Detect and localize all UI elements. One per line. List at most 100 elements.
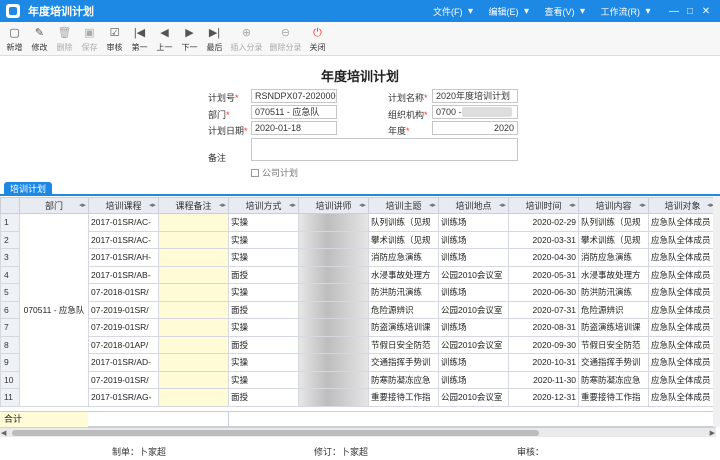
cell-teacher[interactable] [298, 230, 369, 249]
cell-topic[interactable]: 重要接待工作指 [368, 388, 439, 407]
toolbar-button-insert-row[interactable]: ⊕ 插入分录 [229, 22, 264, 55]
close-window-icon[interactable]: ✕ [698, 6, 714, 17]
cell-method[interactable]: 面授 [228, 335, 299, 354]
cell-place[interactable]: 公园2010会议室 [438, 388, 509, 407]
cell-note[interactable] [158, 213, 229, 232]
tab-training-plan[interactable]: 培训计划 [4, 182, 53, 196]
cell-content[interactable]: 水浸事故处理方 [578, 265, 649, 284]
row-number-header[interactable] [0, 197, 20, 214]
table-row[interactable]: 1 070511 - 应急队 2017-01SR/AC- 实操 队列训练（见规 训练场 20… [0, 213, 716, 407]
horizontal-scroll-thumb[interactable] [12, 430, 539, 436]
cell-course[interactable]: 2017-01SR/AG- [88, 388, 159, 407]
cell-method[interactable]: 实操 [228, 370, 299, 389]
cell-content[interactable]: 队列训练（见规 [578, 213, 649, 232]
toolbar-button-new[interactable]: ▢ 新增 [2, 22, 27, 55]
cell-time[interactable]: 2020-05-31 [508, 265, 579, 284]
cell-place[interactable]: 训练场 [438, 318, 509, 337]
column-resize-icon[interactable]: ◂▸ [149, 201, 156, 209]
table-row[interactable]: 11 2017-01SR/AG- 面授 重要接待工作指 公园2010会议室 2020-12… [0, 388, 716, 407]
cell-course[interactable]: 2017-01SR/AC- [88, 230, 159, 249]
cell-topic[interactable]: 危险源辨识 [368, 300, 439, 319]
cell-course[interactable]: 2017-01SR/AH- [88, 248, 159, 267]
menu-workflow[interactable]: 工作流(R) [601, 5, 641, 18]
cell-time[interactable]: 2020-07-31 [508, 300, 579, 319]
cell-place[interactable]: 公园2010会议室 [438, 335, 509, 354]
toolbar-button-edit[interactable]: ✎ 修改 [27, 22, 52, 55]
table-row[interactable]: 9 2017-01SR/AD- 实操 交通指挥手势训 训练场 2020-10-31 交通指挥… [0, 353, 716, 372]
column-header[interactable]: 培训对象 ◂▸ [648, 197, 716, 214]
cell-time[interactable]: 2020-11-30 [508, 370, 579, 389]
cell-place[interactable]: 公园2010会议室 [438, 265, 509, 284]
cell-course[interactable]: 2017-01SR/AB- [88, 265, 159, 284]
cell-place[interactable]: 训练场 [438, 370, 509, 389]
cell-teacher[interactable] [298, 213, 369, 232]
cell-audience[interactable]: 应急队全体成员 [648, 353, 716, 372]
vertical-scrollbar[interactable] [713, 197, 720, 427]
cell-course[interactable]: 07-2019-01SR/ [88, 370, 159, 389]
cell-teacher[interactable] [298, 353, 369, 372]
cell-teacher[interactable] [298, 300, 369, 319]
cell-content[interactable]: 攀术训练（见规 [578, 230, 649, 249]
maximize-icon[interactable]: □ [682, 6, 698, 17]
cell-note[interactable] [158, 353, 229, 372]
cell-topic[interactable]: 节假日安全防范 [368, 335, 439, 354]
column-header[interactable]: 培训课程 ◂▸ [88, 197, 159, 214]
cell-place[interactable]: 训练场 [438, 248, 509, 267]
toolbar-button-save[interactable]: ▣ 保存 [77, 22, 102, 55]
cell-course[interactable]: 07-2019-01SR/ [88, 318, 159, 337]
column-header[interactable]: 培训时间 ◂▸ [508, 197, 579, 214]
cell-teacher[interactable] [298, 248, 369, 267]
cell-audience[interactable]: 应急队全体成员 [648, 370, 716, 389]
cell-method[interactable]: 实操 [228, 353, 299, 372]
cell-note[interactable] [158, 248, 229, 267]
column-header[interactable]: 培训地点 ◂▸ [438, 197, 509, 214]
cell-audience[interactable]: 应急队全体成员 [648, 248, 716, 267]
menu-view[interactable]: 查看(V) [545, 5, 575, 18]
cell-audience[interactable]: 应急队全体成员 [648, 388, 716, 407]
cell-content[interactable]: 交通指挥手势训 [578, 353, 649, 372]
plan-name-field[interactable]: 2020年度培训计划 [432, 89, 518, 103]
column-header[interactable]: 培训讲师 ◂▸ [298, 197, 369, 214]
cell-content[interactable]: 节假日安全防范 [578, 335, 649, 354]
toolbar-button-next[interactable]: ▶ 下一 [177, 22, 202, 55]
cell-topic[interactable]: 交通指挥手势训 [368, 353, 439, 372]
cell-topic[interactable]: 攀术训练（见规 [368, 230, 439, 249]
column-resize-icon[interactable]: ◂▸ [79, 201, 86, 209]
cell-content[interactable]: 消防应急演练 [578, 248, 649, 267]
scroll-left-icon[interactable]: ◀ [1, 429, 6, 437]
cell-time[interactable]: 2020-04-30 [508, 248, 579, 267]
department-cell[interactable]: 070511 - 应急队 [19, 213, 89, 407]
cell-topic[interactable]: 防寒防凝冻应急 [368, 370, 439, 389]
cell-audience[interactable]: 应急队全体成员 [648, 230, 716, 249]
cell-note[interactable] [158, 265, 229, 284]
cell-method[interactable]: 实操 [228, 318, 299, 337]
cell-content[interactable]: 防洪防汛演练 [578, 283, 649, 302]
column-resize-icon[interactable]: ◂▸ [289, 201, 296, 209]
dept-field[interactable]: 070511 - 应急队 [251, 105, 337, 119]
column-header[interactable]: 课程备注 ◂▸ [158, 197, 229, 214]
cell-teacher[interactable] [298, 283, 369, 302]
cell-content[interactable]: 防盗演练培训课 [578, 318, 649, 337]
cell-course[interactable]: 07-2019-01SR/ [88, 300, 159, 319]
cell-audience[interactable]: 应急队全体成员 [648, 335, 716, 354]
minimize-icon[interactable]: — [666, 6, 682, 17]
cell-course[interactable]: 2017-01SR/AD- [88, 353, 159, 372]
toolbar-button-approve[interactable]: ☑ 审核 [102, 22, 127, 55]
cell-method[interactable]: 面授 [228, 265, 299, 284]
column-resize-icon[interactable]: ◂▸ [219, 201, 226, 209]
toolbar-button-first[interactable]: |◀ 第一 [127, 22, 152, 55]
column-resize-icon[interactable]: ◂▸ [359, 201, 366, 209]
column-resize-icon[interactable]: ◂▸ [639, 201, 646, 209]
cell-teacher[interactable] [298, 388, 369, 407]
cell-topic[interactable]: 防洪防汛演练 [368, 283, 439, 302]
column-resize-icon[interactable]: ◂▸ [429, 201, 436, 209]
cell-method[interactable]: 实操 [228, 230, 299, 249]
column-resize-icon[interactable]: ◂▸ [569, 201, 576, 209]
company-plan-checkbox[interactable] [251, 168, 259, 177]
cell-audience[interactable]: 应急队全体成员 [648, 300, 716, 319]
scroll-right-icon[interactable]: ▶ [710, 429, 715, 437]
cell-course[interactable]: 07-2018-01SR/ [88, 283, 159, 302]
cell-time[interactable]: 2020-02-29 [508, 213, 579, 232]
plan-no-field[interactable]: RSNDPX07-2020000 [251, 89, 337, 103]
toolbar-button-previous[interactable]: ◀ 上一 [152, 22, 177, 55]
